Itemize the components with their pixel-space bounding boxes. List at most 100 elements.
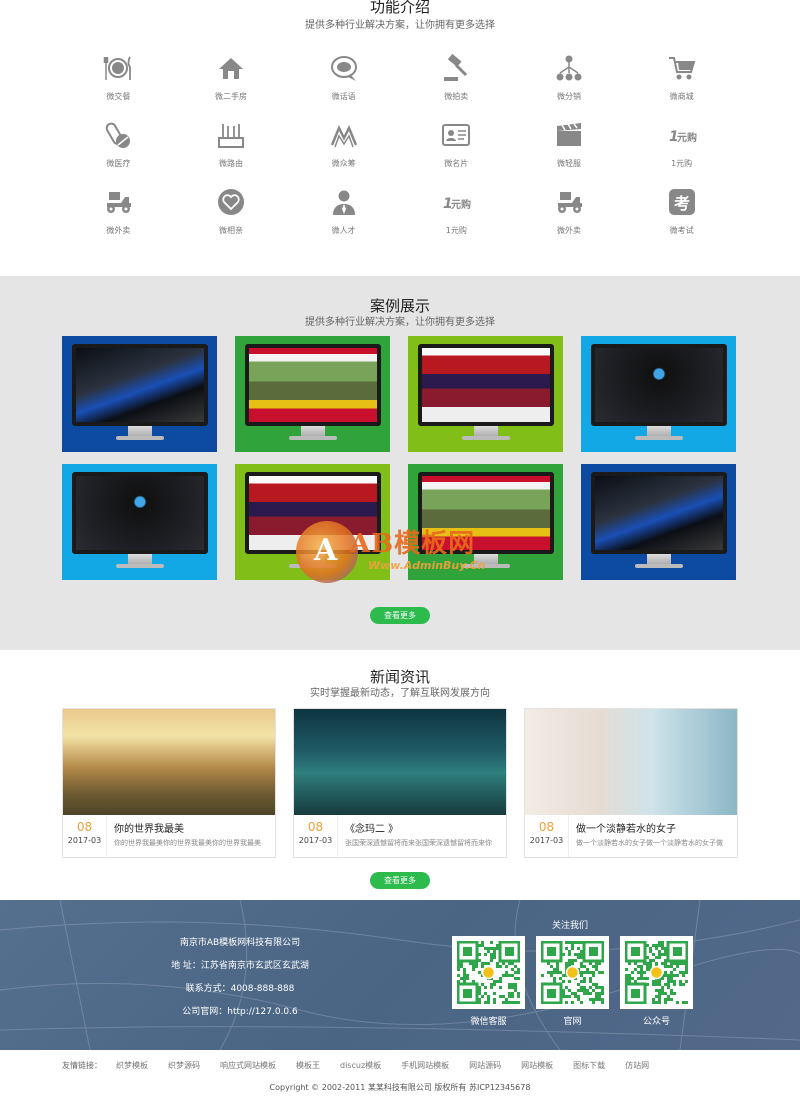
feature-item[interactable]: 1 元购 1元购 — [400, 184, 513, 251]
exam-icon: 考 — [664, 184, 700, 220]
feature-label: 微相亲 — [218, 226, 243, 235]
monitor-image — [244, 472, 381, 572]
case-card[interactable] — [62, 464, 217, 580]
news-year-month: 2017-03 — [67, 836, 102, 845]
case-card[interactable] — [408, 336, 563, 452]
feature-label: 微商城 — [669, 92, 694, 101]
news-description: 你的世界我最美你的世界我最美你的世界我最美 — [114, 839, 261, 847]
feature-item[interactable]: 微分销 — [513, 50, 626, 117]
feature-item[interactable]: 微商城 — [625, 50, 738, 117]
friend-link[interactable]: 网站源码 — [469, 1060, 501, 1071]
case-card[interactable] — [235, 464, 390, 580]
company-phone: 联系方式：4008-888-888 — [185, 984, 295, 994]
news-day: 08 — [307, 820, 324, 834]
delivery-scooter-icon — [100, 184, 136, 220]
friend-links: 友情链接： 织梦模板 织梦源码 响应式网站模板 模板王 discuz模板 手机网站模板 网站… — [0, 1050, 800, 1080]
friend-link[interactable]: 响应式网站模板 — [220, 1060, 276, 1071]
feature-label: 微拍卖 — [444, 92, 469, 101]
qr-item[interactable]: 公众号 — [620, 936, 693, 1027]
news-date: 08 2017-03 — [63, 815, 107, 857]
case-card[interactable] — [581, 336, 736, 452]
news-grid: 08 2017-03 你的世界我最美 你的世界我最美你的世界我最美你的世界我最美 08 2… — [62, 708, 738, 858]
contact-info: 南京市AB模板网科技有限公司 地 址：江苏省南京市玄武区玄武湖 联系方式：400… — [140, 932, 340, 1024]
svg-text:考: 考 — [674, 194, 690, 213]
feature-item[interactable]: 微医疗 — [62, 117, 175, 184]
feature-item[interactable]: 微话语 — [287, 50, 400, 117]
case-card[interactable] — [581, 464, 736, 580]
monitor-image — [71, 472, 208, 572]
friend-link[interactable]: 织梦源码 — [168, 1060, 200, 1071]
footer: 南京市AB模板网科技有限公司 地 址：江苏省南京市玄武区玄武湖 联系方式：400… — [0, 900, 800, 1050]
feature-label: 微名片 — [444, 159, 469, 168]
qr-code-image — [620, 936, 693, 1009]
company-website[interactable]: 公司官网：http://127.0.0.6 — [140, 1001, 340, 1024]
feature-item[interactable]: 微二手房 — [175, 50, 288, 117]
news-title[interactable]: 你的世界我最美 — [114, 820, 261, 835]
feature-label: 微二手房 — [214, 92, 247, 101]
feature-item[interactable]: 微外卖 — [513, 184, 626, 251]
one-yuan-icon: 1 元购 — [438, 184, 474, 220]
friend-link[interactable]: 网站模板 — [521, 1060, 553, 1071]
friend-link[interactable]: 手机网站模板 — [401, 1060, 449, 1071]
feature-item[interactable]: 微路由 — [175, 117, 288, 184]
feature-label: 微众筹 — [331, 159, 356, 168]
news-description: 张国荣深遗憾留将而来张国荣深遗憾留将而来你 — [345, 839, 492, 847]
auction-hammer-icon — [438, 50, 474, 86]
friend-link[interactable]: 图标下载 — [573, 1060, 605, 1071]
feature-item[interactable]: 微外卖 — [62, 184, 175, 251]
clapperboard-icon — [551, 117, 587, 153]
qr-item[interactable]: 官网 — [536, 936, 609, 1027]
crowdfund-icon — [326, 117, 362, 153]
monitor-image — [417, 472, 554, 572]
cases-more-button[interactable]: 查看更多 — [370, 607, 430, 624]
news-more-button[interactable]: 查看更多 — [370, 872, 430, 889]
feature-item[interactable]: 微名片 — [400, 117, 513, 184]
friend-link[interactable]: 仿站网 — [625, 1060, 649, 1071]
news-card[interactable]: 08 2017-03 《念玛二 》张国荣深遗憾留将而来张国荣深遗憾留将而来你 — [293, 708, 507, 858]
case-card[interactable] — [235, 336, 390, 452]
features-subtitle: 提供多种行业解决方案，让你拥有更多选择 — [305, 20, 495, 31]
chat-icon — [326, 50, 362, 86]
feature-item[interactable]: 1 元购 1元购 — [625, 117, 738, 184]
qr-item[interactable]: 微信客服 — [452, 936, 525, 1027]
distribution-icon — [551, 50, 587, 86]
feature-item[interactable]: 微交餐 — [62, 50, 175, 117]
friend-link[interactable]: 织梦模板 — [116, 1060, 148, 1071]
qr-label: 公众号 — [642, 1017, 670, 1027]
cases-grid — [62, 336, 738, 580]
feature-label: 微人才 — [331, 226, 356, 235]
feature-label: 微分销 — [556, 92, 581, 101]
news-title[interactable]: 做一个淡静若水的女子 — [576, 820, 723, 835]
news-title[interactable]: 《念玛二 》 — [345, 820, 492, 835]
qr-codes: 微信客服 官网 公众号 — [452, 936, 693, 1027]
feature-item[interactable]: 微轻服 — [513, 117, 626, 184]
news-day: 08 — [76, 820, 93, 834]
features-grid: 微交餐 微二手房 微话语 微拍卖 微分销 微商城 微医疗 微路由 微众筹 微名片 微轻服 1 元购 1元购… — [62, 50, 738, 251]
feature-item[interactable]: 微人才 — [287, 184, 400, 251]
feature-item[interactable]: 微众筹 — [287, 117, 400, 184]
house-icon — [213, 50, 249, 86]
feature-item[interactable]: 考微考试 — [625, 184, 738, 251]
friend-links-label: 友情链接： — [62, 1060, 102, 1070]
news-image — [525, 709, 737, 815]
news-card[interactable]: 08 2017-03 做一个淡静若水的女子 做一个淡静若水的女子做一个淡静若水的女子做 — [524, 708, 738, 858]
news-card[interactable]: 08 2017-03 你的世界我最美 你的世界我最美你的世界我最美你的世界我最美 — [62, 708, 276, 858]
news-year-month: 2017-03 — [298, 836, 333, 845]
case-card[interactable] — [62, 336, 217, 452]
feature-item[interactable]: 微相亲 — [175, 184, 288, 251]
qr-code-image — [536, 936, 609, 1009]
friend-link[interactable]: 模板王 — [296, 1060, 320, 1071]
heart-icon — [213, 184, 249, 220]
news-section: 新闻资讯 实时掌握最新动态，了解互联网发展方向 08 2017-03 你的世界我最美… — [0, 650, 800, 900]
features-section: 功能介绍 提供多种行业解决方案，让你拥有更多选择 微交餐 微二手房 微话语 微拍卖 微分… — [0, 0, 800, 276]
case-card[interactable] — [408, 464, 563, 580]
person-icon — [326, 184, 362, 220]
news-image — [63, 709, 275, 815]
cart-icon — [664, 50, 700, 86]
news-subtitle: 实时掌握最新动态，了解互联网发展方向 — [310, 688, 490, 699]
feature-label: 微轻服 — [556, 159, 581, 168]
copyright: Copyright © 2002-2011 某某科技有限公司 版权所有 苏ICP… — [269, 1083, 531, 1092]
restaurant-icon — [100, 50, 136, 86]
friend-link[interactable]: discuz模板 — [340, 1060, 381, 1071]
feature-item[interactable]: 微拍卖 — [400, 50, 513, 117]
